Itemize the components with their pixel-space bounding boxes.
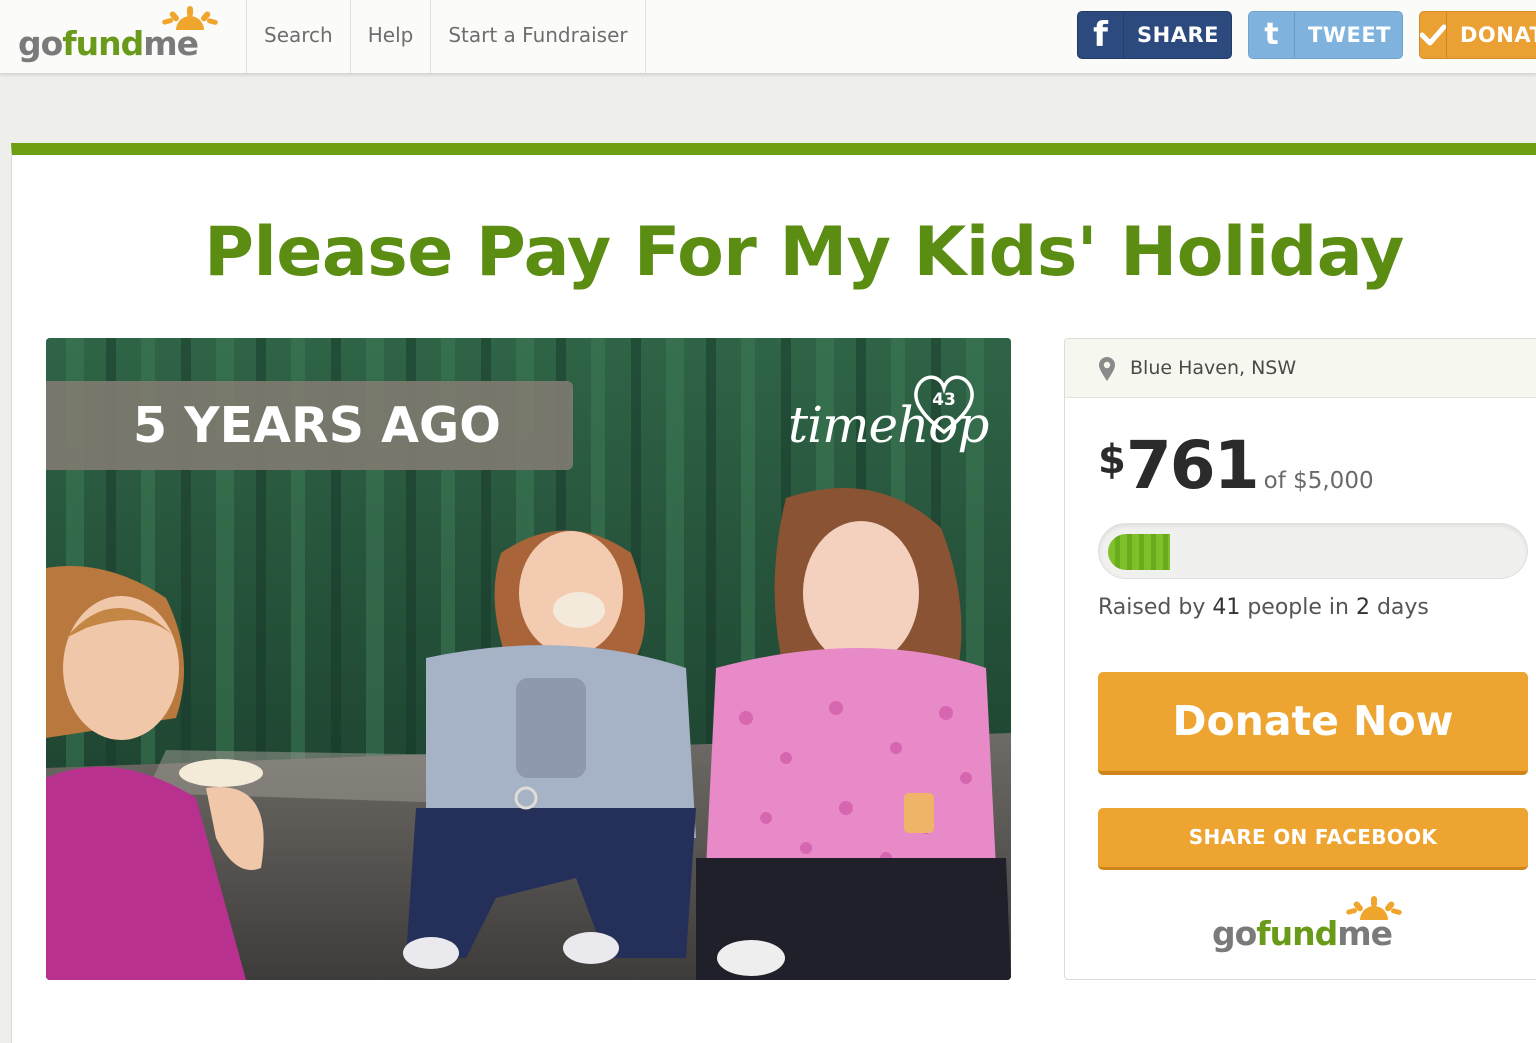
- progress-bar-fill: [1108, 534, 1170, 570]
- gofundme-footer-logo: gofundme: [1210, 894, 1416, 960]
- gofundme-logo[interactable]: gofundme: [16, 6, 222, 68]
- donate-now-button[interactable]: Donate Now: [1098, 672, 1528, 775]
- timehop-heart-count: 43: [932, 390, 956, 410]
- timehop-watermark: timehop 43: [788, 368, 989, 458]
- goal-text: of $5,000: [1263, 468, 1374, 494]
- campaign-card: Please Pay For My Kids' Holiday 5 YEARS …: [11, 143, 1536, 1043]
- facebook-share-button[interactable]: f SHARE: [1077, 11, 1232, 59]
- campaign-location: Blue Haven, NSW: [1130, 357, 1297, 379]
- logo-wordmark: gofundme: [18, 24, 199, 63]
- twitter-icon: t: [1249, 12, 1295, 58]
- location-pin-icon: [1099, 357, 1115, 381]
- tweet-label: TWEET: [1308, 23, 1392, 47]
- years-ago-text: 5 YEARS AGO: [133, 397, 501, 454]
- main-nav: Search Help Start a Fundraiser: [246, 0, 646, 73]
- footer-logo-wordmark: gofundme: [1212, 914, 1393, 953]
- share-on-facebook-button[interactable]: SHARE ON FACEBOOK: [1098, 808, 1528, 870]
- donor-count: 41: [1212, 595, 1241, 620]
- raised-amount-value: 761: [1125, 427, 1260, 504]
- facebook-share-label: SHARE: [1137, 23, 1219, 47]
- raised-by-text: Raised by 41 people in 2 days: [1098, 595, 1429, 620]
- raised-amount: $761 of $5,000: [1098, 431, 1374, 501]
- years-ago-badge: 5 YEARS AGO: [46, 381, 573, 470]
- checkmark-icon: [1420, 12, 1447, 58]
- progress-bar: [1098, 523, 1528, 579]
- nav-help-link[interactable]: Help: [349, 0, 431, 73]
- campaign-photo[interactable]: 5 YEARS AGO timehop 43: [46, 338, 1011, 980]
- tweet-button[interactable]: t TWEET: [1248, 11, 1403, 59]
- currency-symbol: $: [1098, 437, 1126, 483]
- campaign-title: Please Pay For My Kids' Holiday: [204, 213, 1404, 292]
- donate-top-label: DONATE: [1460, 23, 1536, 47]
- nav-start-fundraiser-link[interactable]: Start a Fundraiser: [430, 0, 646, 73]
- facebook-icon: f: [1078, 12, 1124, 58]
- top-navigation-bar: gofundme Search Help Start a Fundraiser …: [0, 0, 1536, 74]
- donation-panel: Blue Haven, NSW $761 of $5,000 Raised by …: [1064, 338, 1536, 980]
- days-count: 2: [1355, 595, 1370, 620]
- nav-search-link[interactable]: Search: [246, 0, 350, 73]
- location-bar: Blue Haven, NSW: [1065, 339, 1536, 398]
- donate-top-button[interactable]: DONATE: [1419, 11, 1536, 59]
